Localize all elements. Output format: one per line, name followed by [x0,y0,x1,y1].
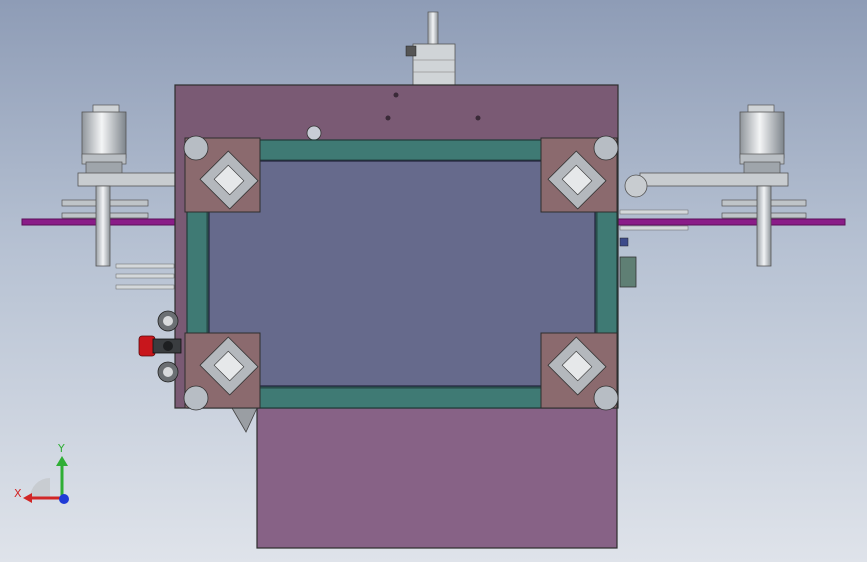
top-cylinder [405,11,456,87]
right-motor-assembly [619,104,807,288]
left-side-valve [138,310,182,383]
corner-block-bottom-left [183,332,261,411]
cad-viewport[interactable]: Y X [0,0,867,562]
lower-plate [256,407,618,549]
corner-block-top-left [183,135,261,213]
x-axis-label: X [14,487,22,500]
y-axis-label: Y [58,442,65,455]
z-axis-dot [59,494,69,504]
left-motor-assembly [61,104,179,290]
corner-block-top-right [540,135,619,213]
corner-block-bottom-right [540,332,619,411]
cad-model[interactable] [0,0,867,562]
center-window [208,160,596,387]
